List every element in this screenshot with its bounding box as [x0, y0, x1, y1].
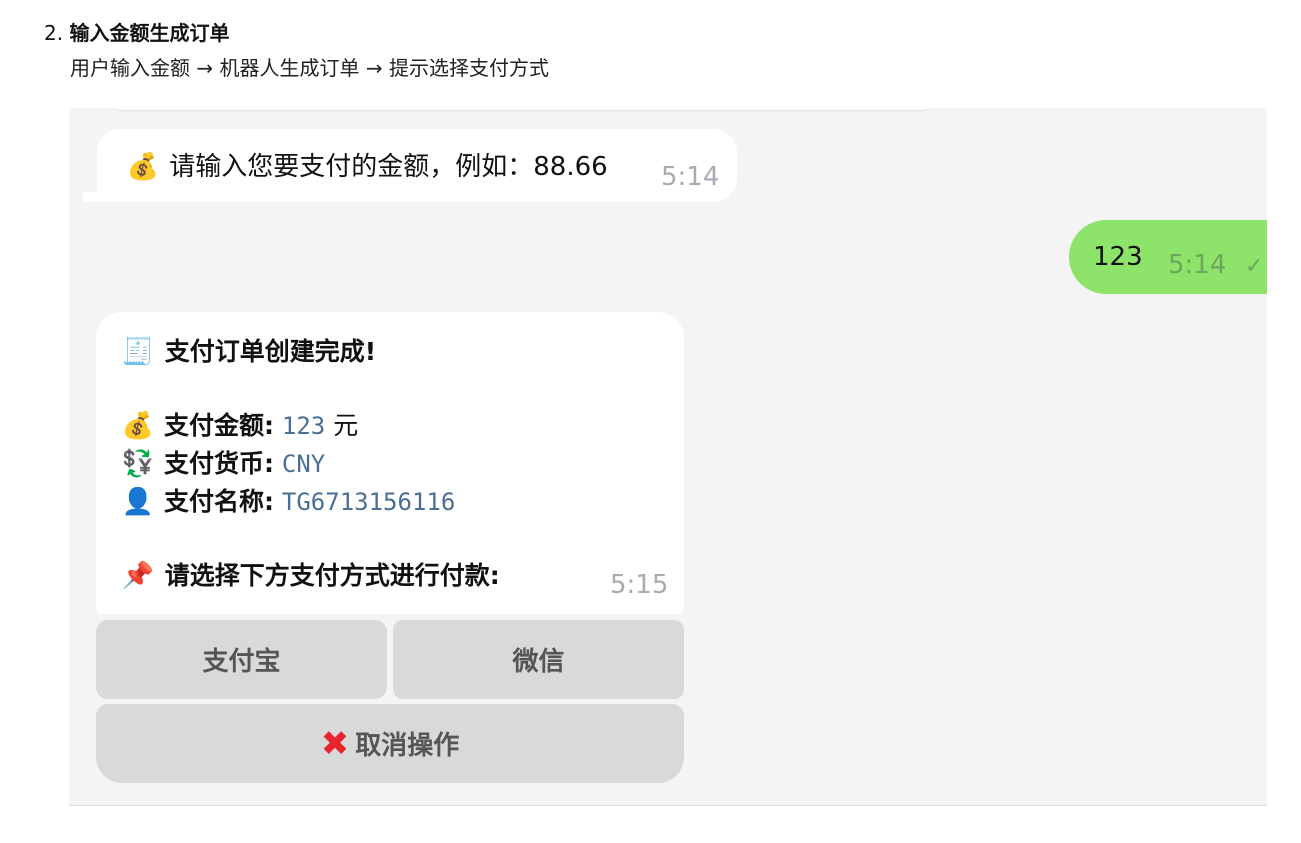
previous-message-edge — [109, 108, 934, 110]
chat-screenshot: 💰 请输入您要支付的金额，例如：88.66 5:14 123 5:14 ✓ 🧾 … — [69, 108, 1267, 806]
alipay-button[interactable]: 支付宝 — [96, 620, 387, 699]
message-time: 5:14 — [1168, 250, 1227, 280]
wechat-label: 微信 — [512, 647, 565, 677]
money-bag-icon: 💰 — [126, 152, 160, 182]
step-title: 输入金额生成订单 — [69, 21, 230, 45]
alipay-label: 支付宝 — [202, 647, 281, 677]
amount-unit: 元 — [333, 411, 359, 440]
message-time: 5:15 — [610, 570, 669, 600]
amount-value: 123 — [281, 412, 326, 440]
close-icon: ✖ — [320, 723, 350, 764]
payment-prompt-line: 📌 请选择下方支付方式进行付款: — [120, 558, 500, 594]
wechat-pay-button[interactable]: 微信 — [393, 620, 684, 699]
read-check-icon: ✓ — [1245, 254, 1264, 279]
amount-label: 支付金额: — [163, 411, 274, 440]
money-bag-icon: 💰 — [121, 411, 155, 441]
name-line: 👤 支付名称: TG6713156116 — [120, 484, 455, 520]
pushpin-icon: 📌 — [121, 561, 155, 591]
cancel-operation-button[interactable]: ✖ 取消操作 — [96, 704, 684, 783]
name-label: 支付名称: — [163, 487, 274, 516]
user-silhouette-icon: 👤 — [121, 487, 155, 517]
currency-line: 💱 支付货币: CNY — [120, 446, 325, 482]
payment-prompt: 请选择下方支付方式进行付款: — [164, 561, 500, 590]
step-number: 2. — [44, 21, 64, 45]
receipt-icon: 🧾 — [121, 337, 155, 367]
bot-amount-prompt-message: 💰 请输入您要支付的金额，例如：88.66 5:14 — [97, 129, 737, 202]
currency-value: CNY — [281, 450, 326, 478]
name-value: TG6713156116 — [281, 488, 456, 516]
order-created-message: 🧾 支付订单创建完成! 💰 支付金额: 123 元 💱 支付货币: CNY 👤 … — [96, 312, 684, 614]
step-description: 用户输入金额 → 机器人生成订单 → 提示选择支付方式 — [70, 56, 549, 80]
amount-line: 💰 支付金额: 123 元 — [120, 408, 358, 444]
order-title: 支付订单创建完成! — [164, 337, 377, 366]
currency-exchange-icon: 💱 — [121, 449, 155, 479]
user-message-text: 123 — [1093, 242, 1143, 272]
step-heading: 2. 输入金额生成订单 — [44, 20, 229, 46]
currency-label: 支付货币: — [163, 449, 274, 478]
user-amount-message: 123 5:14 ✓ — [1069, 220, 1267, 294]
cancel-label: 取消操作 — [355, 731, 460, 761]
message-time: 5:14 — [661, 162, 720, 192]
order-title-line: 🧾 支付订单创建完成! — [120, 334, 376, 370]
prompt-text: 请输入您要支付的金额，例如：88.66 — [169, 152, 608, 182]
